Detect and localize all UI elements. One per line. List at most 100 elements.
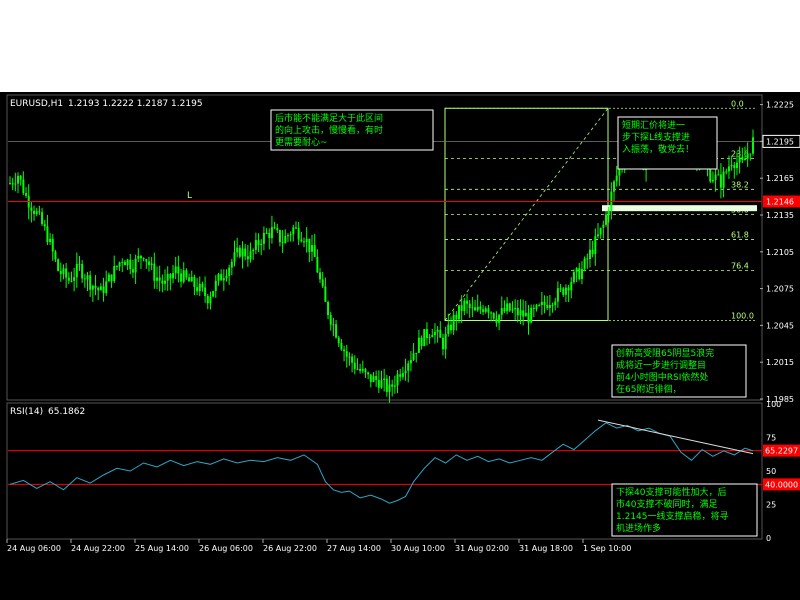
candle-body xyxy=(115,265,118,267)
candle-body xyxy=(487,308,490,313)
rsi-value: 65.1862 xyxy=(48,407,85,417)
candle-body xyxy=(321,279,324,287)
time-tick-label: 31 Aug 02:00 xyxy=(455,544,509,553)
current-price-label: 1.2195 xyxy=(766,137,794,146)
candle-body xyxy=(147,261,150,265)
candle-body xyxy=(605,214,608,225)
candle-body xyxy=(722,171,725,188)
symbol-label: EURUSD,H1 xyxy=(10,99,63,109)
candle-body xyxy=(717,174,720,176)
annotation-text-middle: 成将近一步进行调整目 xyxy=(616,359,706,371)
candle-body xyxy=(30,207,33,211)
candle-body xyxy=(404,370,407,374)
candle-body xyxy=(396,374,399,386)
candle-body xyxy=(316,256,319,273)
time-tick-label: 24 Aug 06:00 xyxy=(7,544,61,553)
price-tick-label: 1.2135 xyxy=(766,211,794,220)
fib-level-label: 61.8 xyxy=(731,230,749,239)
price-tick-label: 1.2015 xyxy=(766,358,794,367)
candle-body xyxy=(62,268,65,274)
candle-body xyxy=(735,162,738,169)
candle-body xyxy=(498,314,501,323)
candle-body xyxy=(546,304,549,309)
candle-body xyxy=(749,153,752,155)
candle-body xyxy=(329,315,332,325)
price-tick-label: 1.2225 xyxy=(766,101,794,110)
candle-body xyxy=(385,378,388,392)
candle-body xyxy=(741,157,744,161)
annotation-text-top: 的向上攻击，慢慢看，有时 xyxy=(275,124,383,136)
time-tick-label: 25 Aug 14:00 xyxy=(135,544,189,553)
candle-body xyxy=(425,329,428,339)
candle-body xyxy=(67,277,70,281)
candle-body xyxy=(230,261,233,268)
candle-body xyxy=(596,234,599,237)
candle-body xyxy=(131,269,134,273)
annotation-text-bottom: 机进场作多 xyxy=(616,522,661,534)
candle-body xyxy=(431,335,434,338)
candle-body xyxy=(311,245,314,252)
candle-body xyxy=(57,259,60,271)
candle-body xyxy=(455,314,458,320)
fib-level-label: 0.0 xyxy=(731,99,744,108)
candle-body xyxy=(246,256,249,260)
candle-body xyxy=(313,245,316,257)
candle-body xyxy=(222,278,225,281)
candle-body xyxy=(254,240,257,250)
fib-level-label: 38.2 xyxy=(731,180,749,189)
candle-body xyxy=(500,308,503,315)
candle-body xyxy=(599,227,602,235)
candle-body xyxy=(209,296,212,304)
candle-body xyxy=(420,337,423,346)
candle-body xyxy=(586,258,589,260)
candle-body xyxy=(575,268,578,273)
candle-body xyxy=(391,384,394,387)
time-tick-label: 30 Aug 10:00 xyxy=(391,544,445,553)
candle-body xyxy=(308,238,311,252)
candle-body xyxy=(180,273,183,282)
candle-body xyxy=(361,369,364,371)
candle-body xyxy=(11,183,14,185)
candle-body xyxy=(204,287,207,296)
candle-body xyxy=(401,373,404,377)
candle-body xyxy=(348,356,351,358)
annotation-text-middle: 前4小时图中RSI依然处 xyxy=(616,371,708,383)
candle-body xyxy=(535,305,538,309)
price-tick-label: 1.2165 xyxy=(766,174,794,183)
candle-body xyxy=(145,259,148,262)
price-tick-label: 1.1985 xyxy=(766,395,794,404)
candle-body xyxy=(495,318,498,323)
annotation-text-right: 入振荡，敬党去！ xyxy=(622,143,694,155)
candle-body xyxy=(265,232,268,234)
candle-body xyxy=(452,314,455,331)
candle-body xyxy=(508,303,511,311)
candle-body xyxy=(284,236,287,244)
candle-body xyxy=(572,272,575,283)
candle-body xyxy=(490,312,493,314)
candle-body xyxy=(118,262,121,267)
candle-body xyxy=(214,280,217,292)
candle-body xyxy=(94,285,97,289)
candle-body xyxy=(238,247,241,257)
candle-body xyxy=(244,248,247,257)
candle-body xyxy=(351,356,354,363)
candle-body xyxy=(524,312,527,317)
candle-body xyxy=(193,276,196,288)
candle-body xyxy=(746,153,749,159)
candle-body xyxy=(276,228,279,231)
candle-body xyxy=(447,324,450,334)
candle-body xyxy=(185,270,188,278)
candle-body xyxy=(417,337,420,353)
candle-body xyxy=(59,270,62,274)
time-tick-label: 1 Sep 10:00 xyxy=(583,544,631,553)
rsi-tick-label: 75 xyxy=(766,434,776,443)
candle-body xyxy=(562,288,565,295)
candle-body xyxy=(615,175,618,182)
candle-body xyxy=(423,329,426,346)
support-zone-bar xyxy=(602,205,757,212)
candle-body xyxy=(65,268,68,278)
candle-body xyxy=(300,239,303,242)
candle-body xyxy=(153,263,156,281)
annotation-text-middle: 在65附近徘徊， xyxy=(616,383,681,395)
candle-body xyxy=(9,183,11,185)
